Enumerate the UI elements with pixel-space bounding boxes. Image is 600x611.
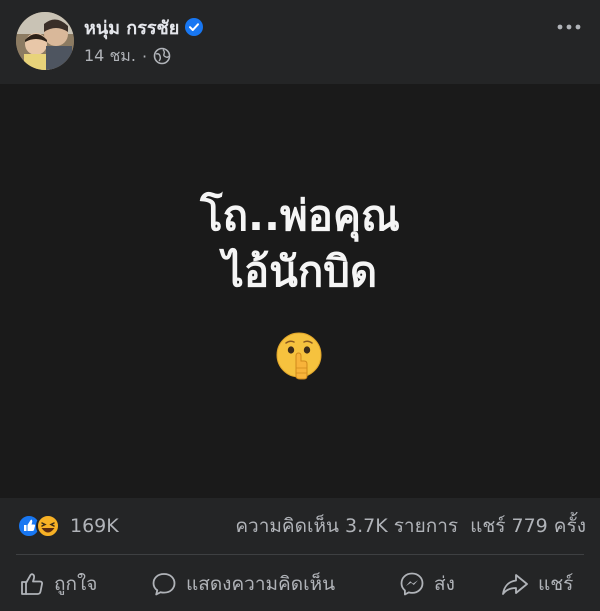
post-text: โถ..พ่อคุณ ไอ้นักบิด [0, 188, 600, 300]
send-label: ส่ง [434, 573, 455, 595]
post-content[interactable]: โถ..พ่อคุณ ไอ้นักบิด [0, 84, 600, 498]
globe-icon [153, 47, 171, 65]
comment-count[interactable]: ความคิดเห็น 3.7K รายการ [235, 513, 458, 539]
more-options-button[interactable] [552, 14, 586, 40]
meta-separator: · [141, 46, 148, 66]
comment-label: แสดงความคิดเห็น [186, 573, 336, 595]
like-icon [21, 573, 43, 595]
post-text-line-2: ไอ้นักบิด [222, 247, 378, 296]
post-meta: 14 ชม. · [84, 44, 171, 68]
haha-reaction-icon [36, 514, 60, 538]
post-timestamp[interactable]: 14 ชม. [84, 44, 136, 69]
share-count[interactable]: แชร์ 779 ครั้ง [470, 513, 586, 539]
verified-badge-icon [185, 18, 204, 36]
share-arrow-icon [502, 574, 528, 595]
send-button[interactable]: ส่ง [398, 564, 455, 604]
reaction-count[interactable]: 169K [70, 513, 119, 539]
like-button[interactable]: ถูกใจ [18, 564, 97, 604]
post-text-line-1: โถ..พ่อคุณ [200, 191, 400, 240]
share-label: แชร์ [538, 573, 574, 595]
post-header: หนุ่ม กรรชัย 14 ชม. · [0, 0, 600, 84]
author-name[interactable]: หนุ่ม กรรชัย [84, 13, 179, 42]
avatar-photo [16, 12, 74, 70]
like-label: ถูกใจ [54, 573, 98, 595]
author-line: หนุ่ม กรรชัย [84, 13, 204, 42]
avatar[interactable] [16, 12, 74, 70]
post-actions: ถูกใจ แสดงความคิดเห็น ส่ง แชร์ [0, 556, 600, 611]
facebook-post: หนุ่ม กรรชัย 14 ชม. · โถ..พ่อคุณ ไอ้นักบ… [0, 0, 600, 611]
divider [16, 554, 584, 555]
post-stats: 169K ความคิดเห็น 3.7K รายการ แชร์ 779 คร… [0, 498, 600, 554]
stats-summary: ความคิดเห็น 3.7K รายการ แชร์ 779 ครั้ง [235, 513, 586, 539]
comment-icon [152, 573, 176, 596]
messenger-icon [400, 572, 424, 596]
share-button[interactable]: แชร์ [500, 564, 573, 604]
comment-button[interactable]: แสดงความคิดเห็น [150, 564, 335, 604]
reaction-icons[interactable] [16, 512, 66, 540]
shushing-face-emoji [274, 330, 324, 380]
more-dots-icon [557, 24, 581, 30]
